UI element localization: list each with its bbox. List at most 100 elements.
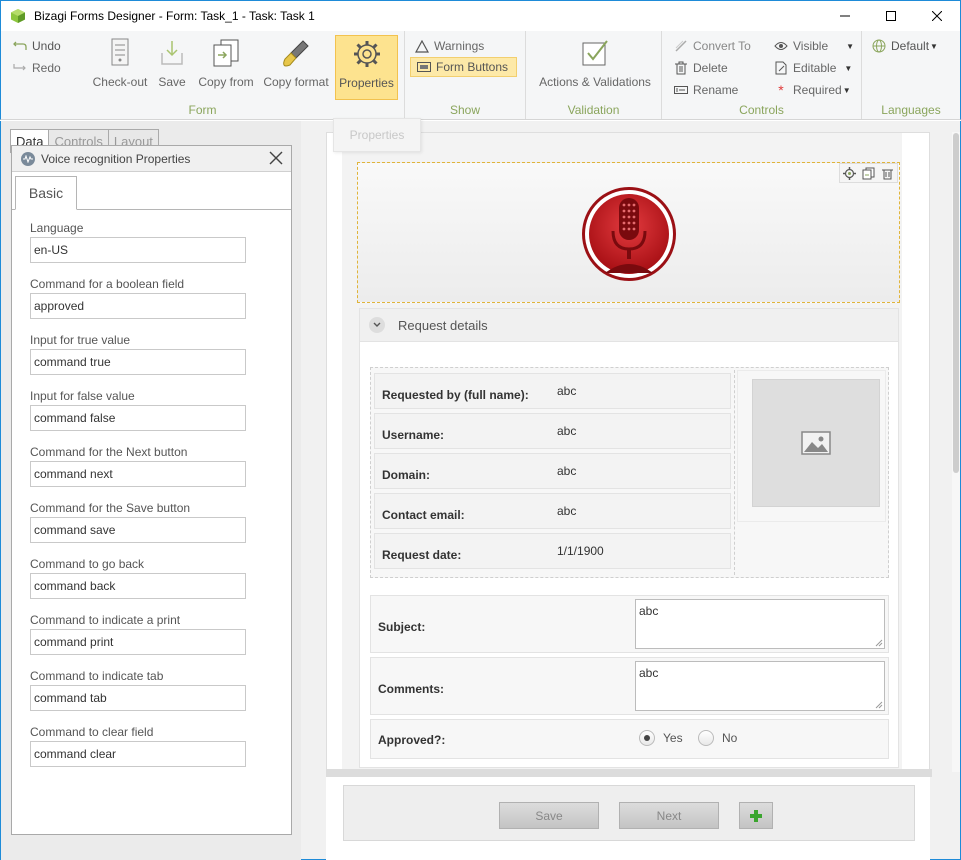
undo-icon bbox=[13, 39, 27, 53]
title-bar: Bizagi Forms Designer - Form: Task_1 - T… bbox=[0, 0, 961, 31]
control-delete-icon[interactable] bbox=[878, 164, 897, 182]
approved-yes-radio[interactable]: Yes bbox=[639, 730, 683, 746]
resize-grip-icon[interactable] bbox=[875, 701, 883, 709]
property-field: Command for the Next button command next bbox=[30, 445, 246, 487]
next-button[interactable]: Next bbox=[619, 802, 719, 829]
close-window-button[interactable] bbox=[914, 1, 960, 31]
tab-basic[interactable]: Basic bbox=[15, 176, 77, 210]
save-ribbon-button[interactable]: Save bbox=[156, 37, 188, 89]
validation-group: Actions & Validations Validation bbox=[526, 31, 662, 119]
editable-dropdown[interactable]: Editable ▼ bbox=[774, 61, 852, 75]
save-button[interactable]: Save bbox=[499, 802, 599, 829]
property-field: Command to go back command back bbox=[30, 557, 246, 599]
paintbrush-icon bbox=[280, 37, 312, 69]
row-value[interactable]: abc bbox=[557, 424, 576, 438]
property-input[interactable]: command save bbox=[30, 517, 246, 543]
comments-row: Comments: abc bbox=[370, 657, 889, 715]
radio-selected-icon bbox=[639, 730, 655, 746]
visible-dropdown[interactable]: Visible ▼ bbox=[774, 39, 854, 53]
row-label: Domain: bbox=[382, 468, 430, 482]
save-icon bbox=[156, 37, 188, 69]
requester-grid: Requested by (full name): abc Username: abc… bbox=[370, 367, 889, 578]
copy-format-button[interactable]: Copy format bbox=[262, 37, 330, 89]
subject-textarea[interactable]: abc bbox=[635, 599, 885, 649]
property-label: Command to go back bbox=[30, 557, 145, 571]
property-field: Input for false value command false bbox=[30, 389, 246, 431]
copy-from-button[interactable]: Copy from bbox=[197, 37, 255, 89]
minimize-button[interactable] bbox=[822, 1, 868, 31]
comments-textarea[interactable]: abc bbox=[635, 661, 885, 711]
row-label: Contact email: bbox=[382, 508, 465, 522]
radio-empty-icon bbox=[698, 730, 714, 746]
form-canvas: Request details Requested by (full name)… bbox=[326, 132, 930, 772]
row-value[interactable]: abc bbox=[557, 464, 576, 478]
property-field: Command for the Save button command save bbox=[30, 501, 246, 543]
chevron-down-icon: ▼ bbox=[930, 41, 938, 51]
properties-button[interactable]: Properties bbox=[335, 35, 398, 100]
form-buttons-icon bbox=[417, 60, 431, 74]
add-button-button[interactable] bbox=[739, 802, 773, 829]
image-placeholder[interactable] bbox=[752, 379, 880, 507]
property-input[interactable]: command tab bbox=[30, 685, 246, 711]
section-title: Request details bbox=[398, 317, 488, 333]
property-input[interactable]: en-US bbox=[30, 237, 246, 263]
form-column: Request details Requested by (full name)… bbox=[342, 133, 902, 771]
eye-icon bbox=[774, 39, 788, 53]
rename-button[interactable]: Rename bbox=[674, 83, 738, 97]
property-input[interactable]: approved bbox=[30, 293, 246, 319]
checkout-button[interactable]: Check-out bbox=[90, 37, 150, 89]
controls-group: Convert To Delete Rename Visible ▼ Editab… bbox=[662, 31, 862, 119]
control-settings-icon[interactable] bbox=[840, 164, 859, 182]
actions-validations-button[interactable]: Actions & Validations bbox=[538, 37, 652, 89]
chevron-down-icon[interactable] bbox=[369, 317, 385, 333]
property-label: Command to indicate a print bbox=[30, 613, 181, 627]
property-label: Command for the Next button bbox=[30, 445, 188, 459]
close-icon bbox=[932, 11, 942, 21]
splitter[interactable] bbox=[326, 769, 932, 777]
table-row: Contact email: abc bbox=[374, 493, 731, 529]
property-input[interactable]: command print bbox=[30, 629, 246, 655]
maximize-icon bbox=[886, 11, 896, 21]
window-title: Bizagi Forms Designer - Form: Task_1 - T… bbox=[34, 9, 315, 23]
redo-button[interactable]: Redo bbox=[13, 61, 61, 75]
form-buttons-toggle[interactable]: Form Buttons bbox=[410, 57, 518, 77]
property-input[interactable]: command next bbox=[30, 461, 246, 487]
close-panel-icon[interactable] bbox=[267, 149, 285, 167]
row-value[interactable]: 1/1/1900 bbox=[557, 544, 604, 558]
warnings-button[interactable]: Warnings bbox=[415, 39, 484, 53]
table-row: Requested by (full name): abc bbox=[374, 373, 731, 409]
property-input[interactable]: command false bbox=[30, 405, 246, 431]
property-input[interactable]: command back bbox=[30, 573, 246, 599]
left-pane: Data Controls Layout Voice recognition P… bbox=[0, 121, 301, 860]
language-dropdown[interactable]: Default ▼ bbox=[872, 39, 938, 53]
checkbox-icon bbox=[579, 37, 611, 69]
required-dropdown[interactable]: * Required ▼ bbox=[774, 82, 850, 98]
section-header[interactable]: Request details bbox=[360, 309, 898, 342]
property-field: Command to indicate tab command tab bbox=[30, 669, 246, 711]
maximize-button[interactable] bbox=[868, 1, 914, 31]
approved-no-radio[interactable]: No bbox=[698, 730, 737, 746]
property-field: Language en-US bbox=[30, 221, 246, 263]
control-copy-icon[interactable] bbox=[859, 164, 878, 182]
approved-label: Approved?: bbox=[378, 733, 446, 747]
gear-icon bbox=[351, 38, 383, 70]
table-row: Request date: 1/1/1900 bbox=[374, 533, 731, 569]
scrollbar-thumb[interactable] bbox=[953, 133, 959, 473]
convert-to-button[interactable]: Convert To bbox=[674, 39, 751, 53]
table-row: Domain: abc bbox=[374, 453, 731, 489]
property-input[interactable]: command clear bbox=[30, 741, 246, 767]
undo-button[interactable]: Undo bbox=[13, 39, 61, 53]
property-field: Input for true value command true bbox=[30, 333, 246, 375]
convert-icon bbox=[674, 39, 688, 53]
property-field: Command to clear field command clear bbox=[30, 725, 246, 767]
row-value[interactable]: abc bbox=[557, 504, 576, 518]
approved-row: Approved?: Yes No bbox=[370, 719, 889, 759]
row-value[interactable]: abc bbox=[557, 384, 576, 398]
voice-recognition-control[interactable] bbox=[357, 162, 900, 303]
properties-header: Voice recognition Properties bbox=[12, 146, 291, 172]
resize-grip-icon[interactable] bbox=[875, 639, 883, 647]
delete-button[interactable]: Delete bbox=[674, 61, 728, 75]
property-input[interactable]: command true bbox=[30, 349, 246, 375]
voice-wave-icon bbox=[21, 151, 35, 166]
property-label: Command to clear field bbox=[30, 725, 154, 739]
